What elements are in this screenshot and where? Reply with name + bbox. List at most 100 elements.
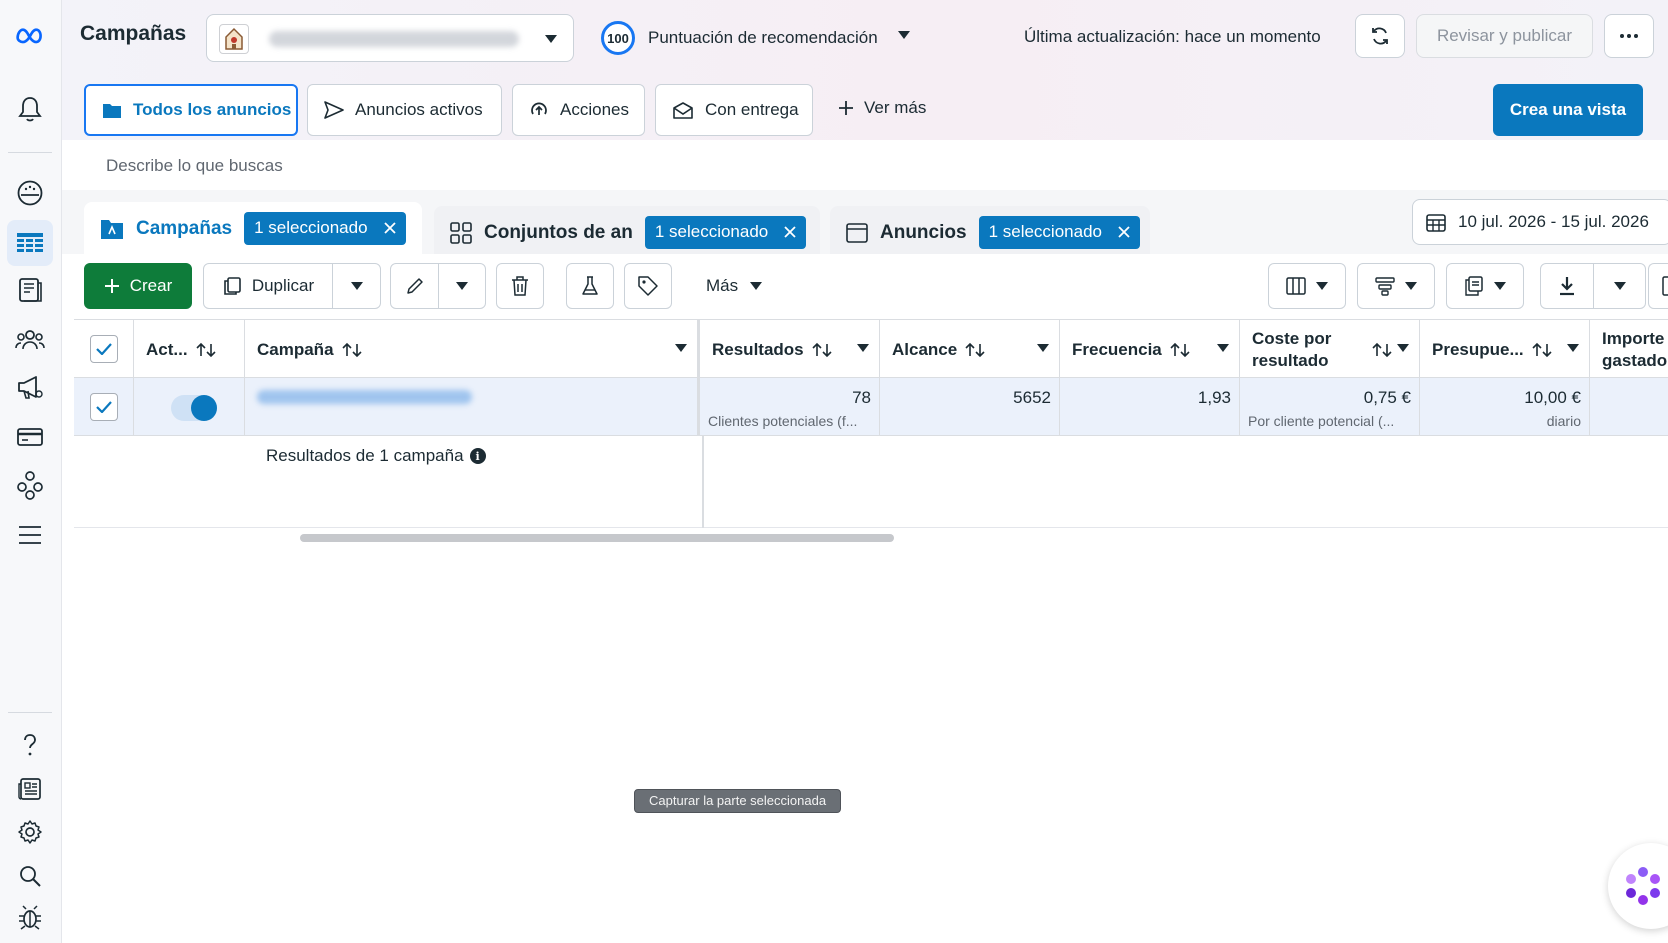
horizontal-scrollbar[interactable] <box>300 534 894 542</box>
more-actions-dropdown[interactable]: Más <box>706 276 763 296</box>
review-and-publish-button[interactable]: Revisar y publicar <box>1416 14 1593 58</box>
chevron-down-icon[interactable] <box>898 31 910 39</box>
column-header-amount-spent[interactable]: Importe gastado <box>1590 320 1668 379</box>
news-feed-icon[interactable] <box>15 774 45 804</box>
selection-chip: 1 seleccionado <box>244 212 406 245</box>
ads-manager-table-icon[interactable] <box>7 220 53 266</box>
level-tab-campaigns[interactable]: Campañas 1 seleccionado <box>84 202 422 254</box>
create-button[interactable]: Crear <box>84 263 192 309</box>
level-tab-ads[interactable]: Anuncios 1 seleccionado <box>830 206 1150 254</box>
chevron-down-icon[interactable] <box>675 344 687 352</box>
edit-button[interactable] <box>391 264 438 308</box>
results-subtext: Clientes potenciales (f... <box>708 413 858 429</box>
calendar-icon <box>1426 212 1446 232</box>
audiences-people-icon[interactable] <box>15 325 45 355</box>
select-all-cell <box>74 320 134 379</box>
column-header-budget[interactable]: Presupue... <box>1420 320 1590 379</box>
bug-report-icon[interactable] <box>15 902 45 932</box>
close-icon[interactable] <box>1118 226 1130 238</box>
create-view-button[interactable]: Crea una vista <box>1493 84 1643 136</box>
column-header-frequency[interactable]: Frecuencia <box>1060 320 1240 379</box>
columns-button[interactable] <box>1268 263 1346 309</box>
column-header-active[interactable]: Act... <box>134 320 245 379</box>
business-network-icon[interactable] <box>15 470 45 500</box>
meta-logo-icon[interactable] <box>15 20 45 50</box>
settings-gear-icon[interactable] <box>15 817 45 847</box>
column-header-campaign[interactable]: Campaña <box>245 320 698 379</box>
export-button[interactable] <box>1541 264 1593 308</box>
level-tab-label: Conjuntos de an <box>484 221 633 243</box>
close-icon[interactable] <box>784 226 796 238</box>
ellipsis-icon <box>1619 33 1639 39</box>
tags-button[interactable] <box>624 263 672 309</box>
reports-button[interactable] <box>1446 263 1524 309</box>
chevron-down-icon[interactable] <box>1567 344 1579 352</box>
summary-results: Resultados de 1 campaña i <box>266 446 486 466</box>
dashboard-gauge-icon[interactable] <box>15 178 45 208</box>
search-icon[interactable] <box>15 861 45 891</box>
sort-arrows-icon[interactable] <box>965 342 985 358</box>
chevron-down-icon[interactable] <box>1037 344 1049 352</box>
view-tab-active-ads[interactable]: Anuncios activos <box>307 84 502 136</box>
table-row[interactable]: 78 Clientes potenciales (f... 5652 1,93 … <box>74 378 1668 436</box>
refresh-button[interactable] <box>1355 14 1405 58</box>
search-input[interactable] <box>106 156 806 176</box>
date-range-picker[interactable]: 10 jul. 2026 - 15 jul. 2026 <box>1412 199 1668 245</box>
breakdown-button[interactable] <box>1357 263 1435 309</box>
side-panel-button[interactable] <box>1648 263 1668 309</box>
sort-arrows-icon[interactable] <box>1532 342 1552 358</box>
recommendation-score-label[interactable]: Puntuación de recomendación <box>648 28 878 48</box>
level-tab-ad-sets[interactable]: Conjuntos de an 1 seleccionado <box>434 206 820 254</box>
ad-account-selector[interactable] <box>206 14 574 62</box>
view-tab-actions[interactable]: Acciones <box>512 84 645 136</box>
results-value: 78 <box>852 388 871 407</box>
duplicate-options-dropdown[interactable] <box>332 264 380 308</box>
info-icon[interactable]: i <box>469 448 486 464</box>
delete-button[interactable] <box>496 263 544 309</box>
edit-options-dropdown[interactable] <box>438 264 485 308</box>
export-split-button <box>1540 263 1646 309</box>
view-tab-delivering[interactable]: Con entrega <box>655 84 813 136</box>
view-tab-all-ads[interactable]: Todos los anuncios <box>84 84 298 136</box>
columns-icon <box>1286 277 1306 295</box>
chevron-down-icon[interactable] <box>1397 344 1409 352</box>
see-more-label: Ver más <box>864 98 927 117</box>
selection-chip-label: 1 seleccionado <box>254 218 368 237</box>
campaign-name-link-redacted[interactable] <box>257 390 472 404</box>
trash-icon <box>510 275 530 297</box>
export-options-dropdown[interactable] <box>1593 264 1645 308</box>
sort-arrows-icon[interactable] <box>195 342 216 358</box>
help-question-icon[interactable] <box>15 730 45 760</box>
campaign-on-off-toggle[interactable] <box>171 395 217 421</box>
row-checkbox[interactable] <box>90 393 118 421</box>
page-title: Campañas <box>80 22 187 45</box>
view-tab-label: Todos los anuncios <box>133 100 292 119</box>
notifications-bell-icon[interactable] <box>15 94 45 124</box>
row-results-cell: 78 Clientes potenciales (f... <box>700 378 880 436</box>
budget-value: 10,00 € <box>1524 388 1581 407</box>
sort-arrows-icon[interactable] <box>1170 342 1190 358</box>
select-all-checkbox[interactable] <box>90 335 118 363</box>
duplicate-button[interactable]: Duplicar <box>204 264 332 308</box>
column-header-reach[interactable]: Alcance <box>880 320 1060 379</box>
sort-arrows-icon[interactable] <box>341 342 362 358</box>
sort-arrows-icon[interactable] <box>812 342 832 358</box>
megaphone-campaign-icon[interactable] <box>15 372 45 402</box>
recommendation-score-badge[interactable]: 100 <box>601 21 635 55</box>
chevron-down-icon[interactable] <box>1217 344 1229 352</box>
pages-catalog-icon[interactable] <box>15 275 45 305</box>
close-icon[interactable] <box>383 222 396 234</box>
report-icon <box>1464 276 1484 296</box>
tag-icon <box>637 275 659 297</box>
see-more-views-button[interactable]: Ver más <box>838 98 926 118</box>
sort-arrows-icon[interactable] <box>1372 342 1392 358</box>
billing-card-icon[interactable] <box>15 422 45 452</box>
more-options-button[interactable] <box>1604 14 1654 58</box>
menu-hamburger-icon[interactable] <box>15 520 45 550</box>
chevron-down-icon[interactable] <box>857 344 869 352</box>
column-header-results[interactable]: Resultados <box>700 320 880 379</box>
ab-test-button[interactable] <box>566 263 614 309</box>
rail-divider <box>8 152 52 153</box>
column-header-cost-per-result[interactable]: Coste por resultado <box>1240 320 1420 379</box>
ai-assistant-button[interactable] <box>1608 843 1668 929</box>
